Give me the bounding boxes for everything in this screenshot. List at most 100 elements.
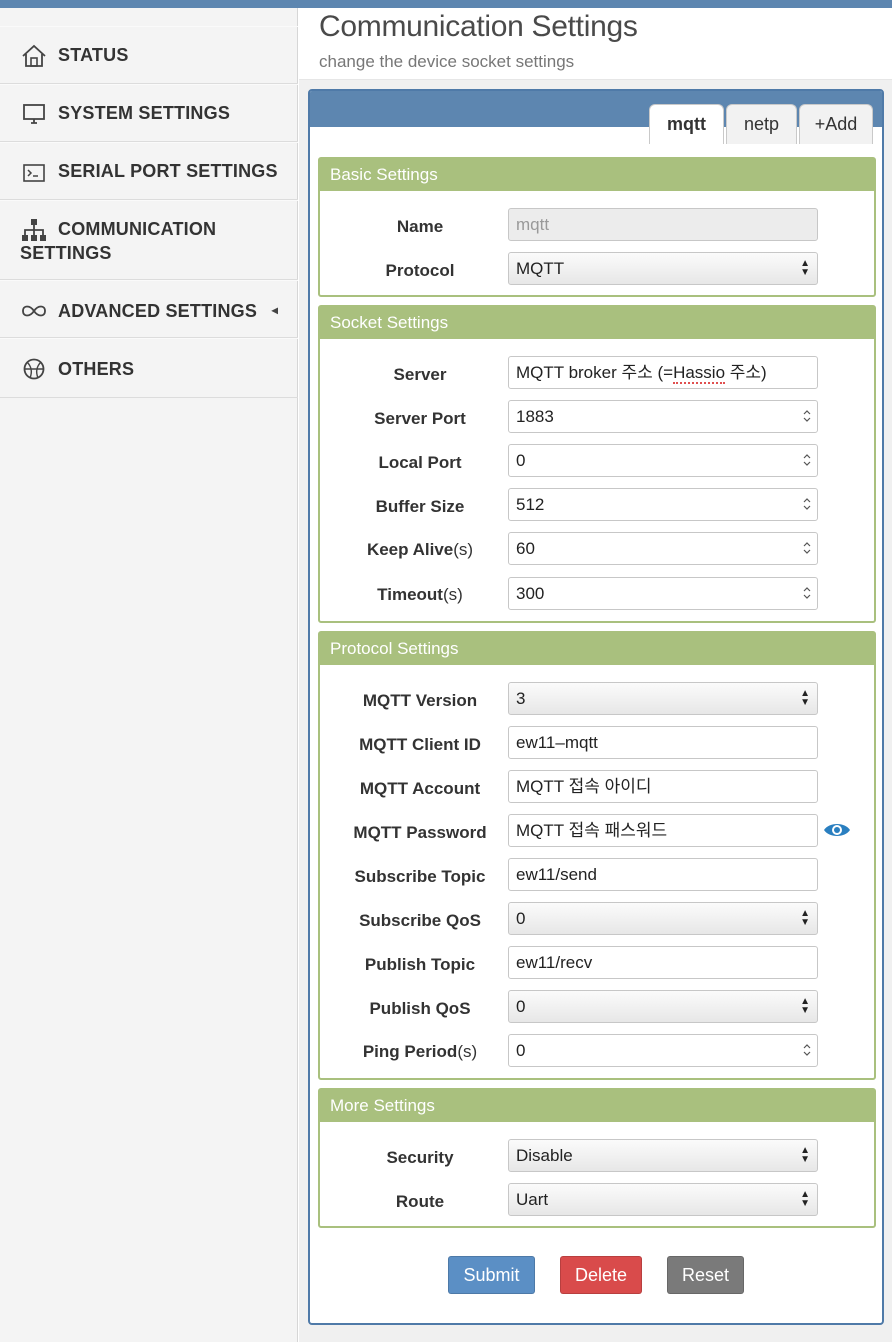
sidebar-item-label: SERIAL PORT SETTINGS: [58, 161, 278, 181]
sidebar-item-serial-port-settings[interactable]: SERIAL PORT SETTINGS: [0, 142, 298, 200]
sitemap-icon: [20, 216, 48, 244]
top-accent-bar: [0, 0, 892, 8]
sidebar-item-label: SYSTEM SETTINGS: [58, 103, 231, 123]
name-field[interactable]: mqtt: [508, 208, 818, 241]
mqtt-version-label: MQTT Version: [362, 691, 478, 710]
mqtt-version-value: 3: [516, 689, 526, 708]
server-field[interactable]: MQTT broker 주소 (=Hassio 주소): [508, 356, 818, 389]
section-title: Basic Settings: [320, 159, 874, 191]
security-label: Security: [386, 1148, 454, 1167]
sidebar-item-label: OTHERS: [58, 359, 135, 379]
server-port-value: 1883: [516, 407, 554, 426]
monitor-icon: [20, 100, 48, 128]
spinner-icon: [803, 1044, 811, 1056]
protocol-select[interactable]: MQTT ▲ ▼: [508, 252, 818, 285]
keep-alive-value: 60: [516, 539, 535, 558]
select-arrows-icon: ▲ ▼: [800, 996, 810, 1016]
local-port-field[interactable]: 0: [508, 444, 818, 477]
protocol-value: MQTT: [516, 259, 565, 278]
protocol-label: Protocol: [385, 261, 455, 280]
keep-alive-field[interactable]: 60: [508, 532, 818, 565]
section-title: Socket Settings: [320, 307, 874, 339]
keep-alive-label-text: Keep Alive: [366, 540, 454, 559]
route-value: Uart: [516, 1190, 549, 1209]
page-title: Communication Settings: [319, 10, 638, 43]
route-select[interactable]: Uart ▲ ▼: [508, 1183, 818, 1216]
ping-period-unit: (s): [457, 1042, 478, 1061]
protocol-settings-section: Protocol Settings MQTT Version 3 ▲ ▼ MQTT…: [318, 631, 876, 1080]
eye-icon[interactable]: [823, 821, 851, 839]
select-arrows-icon: ▲ ▼: [800, 688, 810, 708]
ping-period-field[interactable]: 0: [508, 1034, 818, 1067]
buffer-size-value: 512: [516, 495, 545, 514]
mqtt-version-select[interactable]: 3 ▲ ▼: [508, 682, 818, 715]
ping-period-value: 0: [516, 1041, 526, 1060]
terminal-icon: [20, 159, 48, 187]
server-value-prefix: MQTT broker 주소 (=: [516, 363, 674, 382]
sidebar-item-label: COMMUNICATION: [58, 219, 217, 239]
keep-alive-label: Keep Alive(s): [320, 540, 520, 560]
subscribe-qos-select[interactable]: 0 ▲ ▼: [508, 902, 818, 935]
timeout-label: Timeout(s): [320, 585, 520, 605]
sidebar-item-advanced-settings[interactable]: ADVANCED SETTINGS ◂: [0, 280, 298, 338]
buffer-size-field[interactable]: 512: [508, 488, 818, 521]
reset-button[interactable]: Reset: [667, 1256, 744, 1294]
timeout-value: 300: [516, 584, 545, 603]
ping-period-label-text: Ping Period: [362, 1042, 458, 1061]
mqtt-password-field[interactable]: MQTT 접속 패스워드: [508, 814, 818, 847]
local-port-label: Local Port: [378, 453, 462, 472]
sidebar-item-others[interactable]: OTHERS: [0, 338, 298, 398]
server-port-field[interactable]: 1883: [508, 400, 818, 433]
spinner-icon: [803, 498, 811, 510]
sidebar: STATUS SYSTEM SETTINGS SERIAL PORT SETTI…: [0, 8, 298, 1342]
select-arrows-icon: ▲ ▼: [800, 908, 810, 928]
select-arrows-icon: ▲ ▼: [800, 258, 810, 278]
sidebar-item-status[interactable]: STATUS: [0, 26, 298, 84]
delete-button[interactable]: Delete: [560, 1256, 642, 1294]
sidebar-item-label-line2: SETTINGS: [20, 243, 112, 263]
mqtt-password-label: MQTT Password: [353, 823, 487, 842]
infinity-icon: [20, 297, 48, 325]
timeout-unit: (s): [442, 585, 463, 604]
tab-add[interactable]: +Add: [799, 104, 873, 144]
keep-alive-unit: (s): [453, 540, 474, 559]
mqtt-client-id-label: MQTT Client ID: [359, 735, 481, 754]
basic-settings-section: Basic Settings Name mqtt Protocol MQTT ▲…: [318, 157, 876, 297]
publish-qos-value: 0: [516, 997, 526, 1016]
submit-button[interactable]: Submit: [448, 1256, 535, 1294]
sidebar-item-label: ADVANCED SETTINGS: [58, 301, 258, 321]
publish-topic-label: Publish Topic: [364, 955, 476, 974]
more-settings-section: More Settings Security Disable ▲ ▼ Route …: [318, 1088, 876, 1228]
subscribe-topic-field[interactable]: ew11/send: [508, 858, 818, 891]
settings-panel: mqtt netp +Add Basic Settings Name mqtt …: [308, 89, 884, 1325]
spinner-icon: [803, 410, 811, 422]
timeout-field[interactable]: 300: [508, 577, 818, 610]
select-arrows-icon: ▲ ▼: [800, 1189, 810, 1209]
spinner-icon: [803, 454, 811, 466]
caret-left-icon: ◂: [271, 303, 278, 317]
mqtt-account-field[interactable]: MQTT 접속 아이디: [508, 770, 818, 803]
subscribe-qos-label: Subscribe QoS: [359, 911, 481, 930]
subscribe-qos-value: 0: [516, 909, 526, 928]
basketball-icon: [20, 355, 48, 383]
spinner-icon: [803, 587, 811, 599]
server-value-spellcheck: Hassio: [673, 363, 726, 384]
section-title: More Settings: [320, 1090, 874, 1122]
security-select[interactable]: Disable ▲ ▼: [508, 1139, 818, 1172]
tab-mqtt[interactable]: mqtt: [649, 104, 724, 144]
publish-qos-select[interactable]: 0 ▲ ▼: [508, 990, 818, 1023]
spinner-icon: [803, 542, 811, 554]
subscribe-topic-label: Subscribe Topic: [354, 867, 486, 886]
mqtt-client-id-field[interactable]: ew11–mqtt: [508, 726, 818, 759]
select-arrows-icon: ▲ ▼: [800, 1145, 810, 1165]
socket-settings-section: Socket Settings Server MQTT broker 주소 (=…: [318, 305, 876, 623]
sidebar-item-communication-settings[interactable]: COMMUNICATION SETTINGS: [0, 200, 298, 280]
tab-netp[interactable]: netp: [726, 104, 797, 144]
buffer-size-label: Buffer Size: [375, 497, 465, 516]
mqtt-account-label: MQTT Account: [359, 779, 481, 798]
server-value-suffix: 주소): [725, 363, 767, 382]
route-label: Route: [395, 1192, 445, 1211]
publish-topic-field[interactable]: ew11/recv: [508, 946, 818, 979]
local-port-value: 0: [516, 451, 526, 470]
sidebar-item-system-settings[interactable]: SYSTEM SETTINGS: [0, 84, 298, 142]
